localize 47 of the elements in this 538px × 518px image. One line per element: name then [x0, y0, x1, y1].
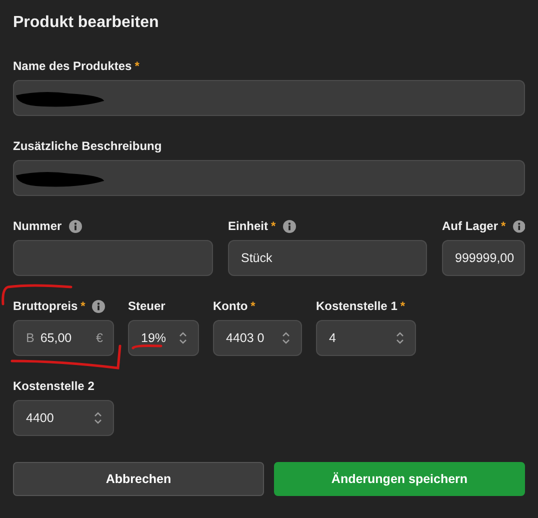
required-mark: * — [250, 299, 256, 313]
field-value: 4 — [329, 331, 337, 345]
input-field[interactable] — [13, 160, 525, 196]
annotation-stroke — [131, 344, 163, 350]
currency-symbol: € — [96, 331, 103, 345]
stepper-icon — [93, 410, 103, 426]
required-mark: * — [400, 299, 406, 313]
field-label: Kostenstelle 1 — [316, 299, 398, 313]
required-mark: * — [271, 219, 276, 233]
cancel-button[interactable]: Abbrechen — [13, 462, 264, 496]
field-label: Nummer — [13, 219, 62, 233]
info-icon[interactable] — [512, 220, 525, 232]
stepper-icon — [395, 330, 405, 346]
input-field[interactable] — [13, 240, 213, 276]
field-label: Einheit — [228, 219, 268, 233]
field-label: Bruttopreis — [13, 299, 78, 313]
input-field[interactable] — [13, 80, 525, 116]
select-field[interactable]: 4 — [316, 320, 416, 356]
stepper-icon — [178, 330, 188, 346]
field-label: Konto — [213, 299, 248, 313]
field-label: Zusätzliche Beschreibung — [13, 139, 162, 153]
prefix-text: B — [26, 331, 34, 345]
field-value: 999999,00 — [455, 251, 514, 265]
select-field[interactable]: 19% — [128, 320, 199, 356]
dialog-title: Produkt bearbeiten — [13, 13, 160, 33]
field-label: Name des Produktes — [13, 59, 132, 73]
info-icon[interactable] — [68, 220, 82, 232]
select-field[interactable]: 4400 — [13, 400, 114, 436]
select-field[interactable]: 4403 0 — [213, 320, 302, 356]
field-value: 19% — [141, 331, 168, 345]
required-mark: * — [501, 219, 506, 233]
stepper-icon — [281, 330, 291, 346]
field-label: Steuer — [128, 299, 166, 313]
input-field[interactable]: Stück — [228, 240, 427, 276]
required-mark: * — [134, 59, 140, 73]
field-value: 4400 — [26, 411, 55, 425]
info-icon[interactable] — [92, 300, 106, 312]
field-value: Stück — [241, 251, 274, 265]
field-value: 65,00 — [40, 331, 73, 345]
save-button[interactable]: Änderungen speichern — [274, 462, 525, 496]
field-label: Kostenstelle 2 — [13, 379, 94, 393]
field-value: 4403 0 — [226, 331, 266, 345]
info-icon[interactable] — [282, 220, 296, 232]
field-label: Auf Lager — [442, 219, 498, 233]
required-mark: * — [80, 299, 86, 313]
input-field[interactable]: B 65,00 € — [13, 320, 114, 356]
input-field[interactable]: 999999,00 — [442, 240, 525, 276]
